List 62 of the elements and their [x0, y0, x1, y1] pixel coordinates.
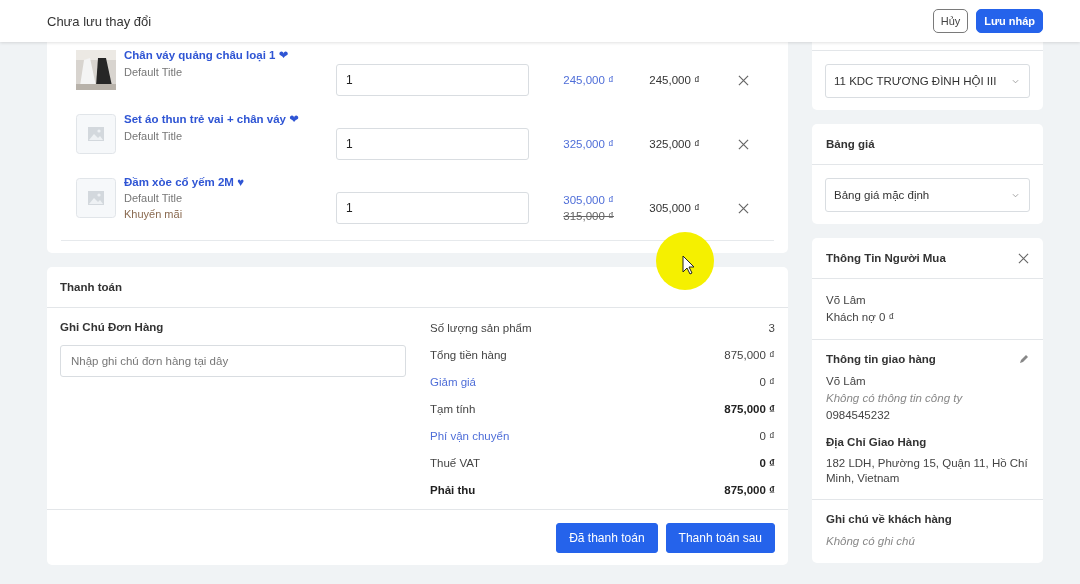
summary-label: Số lượng sản phẩm [430, 321, 532, 335]
summary-value: 0 ₫ [759, 429, 775, 443]
summary-value: 875,000 ₫ [724, 483, 775, 497]
summary-value: 875,000 ₫ [724, 402, 775, 416]
recipient-name: Võ Lâm [826, 374, 867, 389]
phone-text: 0984545232 [826, 408, 891, 423]
section-title: Địa Chỉ Giao Hàng [826, 436, 928, 448]
image-placeholder-icon [76, 114, 116, 154]
customer-name-link[interactable]: Võ Lâm [826, 292, 1029, 309]
summary-value: 875,000 ₫ [724, 348, 775, 362]
card-title: Thông Tin Người Mua [826, 252, 946, 264]
old-price: 315,000 ₫ [563, 210, 614, 222]
summary-value: 3 [768, 321, 775, 335]
promo-text: Khuyến mãi [124, 208, 184, 220]
variant-text: Default Title [124, 66, 184, 78]
remove-icon[interactable] [738, 74, 749, 86]
close-icon[interactable] [1018, 252, 1029, 264]
quantity-field[interactable]: 1 [336, 64, 529, 96]
section-title: Ghi chú về khách hàng [826, 513, 953, 525]
line-total: 325,000 ₫ [648, 138, 700, 150]
price-link[interactable]: 305,000 ₫ [563, 194, 614, 206]
chevron-down-icon [1012, 192, 1019, 198]
summary-label: Thuế VAT [430, 456, 481, 470]
product-name-link[interactable]: Set áo thun trẻ vai + chân váy ❤ [124, 112, 336, 126]
customer-note-text: Không có ghi chú [826, 534, 916, 549]
remove-icon[interactable] [738, 138, 749, 150]
quantity-field[interactable]: 1 [336, 128, 529, 160]
summary-value: 0 ₫ [759, 375, 775, 389]
save-draft-button[interactable]: Lưu nháp [976, 9, 1043, 33]
variant-text: Default Title [124, 130, 184, 142]
quantity-field[interactable]: 1 [336, 192, 529, 224]
address-text: 182 LDH, Phường 15, Quận 11, Hồ Chí Minh, Vietnam [826, 456, 1029, 486]
price-link[interactable]: 245,000 ₫ [563, 74, 614, 86]
image-placeholder-icon [76, 178, 116, 218]
summary-link[interactable]: Giảm giá [430, 375, 477, 389]
product-name-link[interactable]: Đầm xòe cổ yếm 2M ♥ [124, 176, 336, 188]
remove-icon[interactable] [738, 202, 749, 214]
variant-text: Default Title [124, 192, 184, 204]
order-note-label: Ghi Chú Đơn Hàng [60, 321, 165, 333]
edit-icon[interactable] [1019, 354, 1029, 364]
summary-label: Tạm tính [430, 402, 476, 416]
summary-label: Phải thu [430, 483, 476, 497]
summary-link[interactable]: Phí vận chuyển [430, 429, 510, 443]
price-link[interactable]: 325,000 ₫ [563, 138, 614, 150]
summary-label: Tổng tiền hàng [430, 348, 507, 362]
order-note-field[interactable]: Nhập ghi chú đơn hàng tại dây [60, 345, 406, 377]
product-name-link[interactable]: Chân váy quảng châu loại 1 ❤ [124, 48, 336, 62]
company-text: Không có thông tin công ty [826, 391, 964, 406]
debt-text: Khách nợ 0 ₫ [826, 310, 896, 325]
payment-button[interactable]: Đã thanh toán [556, 523, 658, 553]
cancel-button[interactable]: Hủy [932, 9, 969, 33]
payment-button[interactable]: Thanh toán sau [665, 523, 775, 553]
price-list-select[interactable]: Bảng giá mặc định [825, 178, 1030, 212]
line-total: 305,000 ₫ [648, 202, 700, 214]
section-title: Thông tin giao hàng [826, 353, 936, 365]
summary-value: 0 ₫ [759, 456, 775, 470]
card-title: Bảng giá [826, 138, 875, 150]
card-title: Thanh toán [60, 281, 122, 293]
branch-select[interactable]: 11 KDC TRƯƠNG ĐÌNH HỘI III [825, 64, 1030, 98]
chevron-down-icon [1012, 78, 1019, 84]
unsaved-title: Chưa lưu thay đổi [47, 13, 152, 29]
line-total: 245,000 ₫ [648, 74, 700, 86]
